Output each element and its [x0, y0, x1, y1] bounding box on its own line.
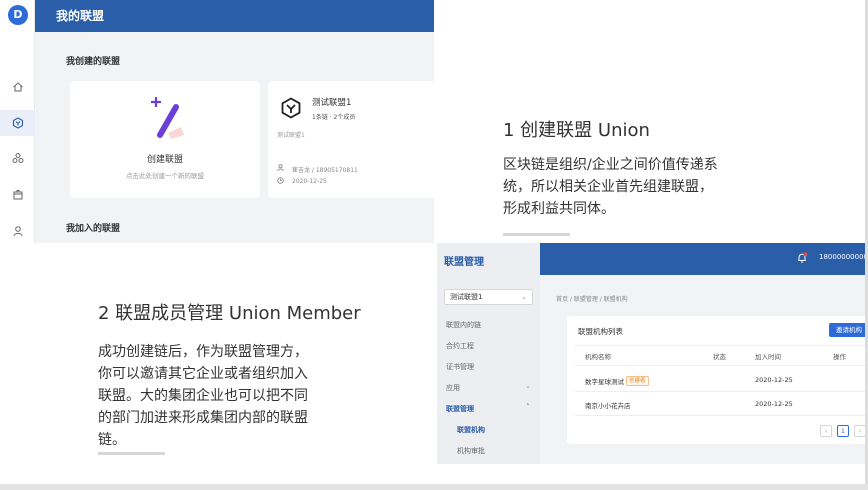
menu-certificates[interactable]: 证书管理 — [446, 362, 474, 372]
chevron-down-icon: ⌄ — [525, 382, 531, 390]
pagination-prev[interactable]: ‹ — [820, 425, 832, 437]
home-icon — [12, 82, 23, 92]
box-icon — [13, 190, 22, 200]
nav-user[interactable] — [0, 218, 35, 243]
org-name: 数字星球测试 — [585, 378, 624, 386]
section2-divider — [98, 452, 165, 455]
section2-line: 联盟。大的集团企业也可以把不同 — [98, 388, 308, 404]
org-join-date: 2020-12-25 — [755, 400, 793, 408]
union-creator: 崔吉龙 / 18905170811 — [292, 167, 358, 174]
nav-cluster[interactable] — [0, 145, 35, 171]
create-union-subtitle: 点击此处创建一个新的联盟 — [126, 172, 204, 180]
user-phone[interactable]: 18000000000 — [819, 253, 868, 261]
my-union-screenshot: D 我的联盟 我创建的联盟 创建联盟 点击此处创建一个新的联盟 测试联盟1 1条… — [0, 0, 434, 243]
create-pen-icon — [151, 97, 184, 139]
section1-line: 形成利益共同体。 — [503, 201, 615, 217]
invite-org-button[interactable]: 邀请机构 — [829, 323, 868, 337]
page-title: 我的联盟 — [56, 9, 105, 23]
section1-divider — [503, 233, 570, 236]
menu-contracts[interactable]: 合约工程 — [446, 341, 474, 351]
section1-line: 区块链是组织/企业之间价值传递系 — [503, 157, 718, 173]
union-description: 测试联盟1 — [277, 132, 305, 139]
nav-home[interactable] — [0, 74, 35, 100]
brand-title: 联盟管理 — [444, 257, 484, 268]
slide: D 我的联盟 我创建的联盟 创建联盟 点击此处创建一个新的联盟 测试联盟1 1条… — [0, 0, 868, 490]
org-join-date: 2020-12-25 — [755, 376, 793, 384]
breadcrumb: 首页 / 联盟管理 / 联盟机构 — [556, 296, 628, 303]
union-name: 测试联盟1 — [312, 98, 352, 108]
nav-box[interactable] — [0, 182, 35, 208]
divider — [575, 415, 868, 416]
union-logo-icon — [281, 97, 301, 119]
section2-line: 你可以邀请其它企业或者组织加入 — [98, 366, 308, 382]
union-card[interactable]: 测试联盟1 1条链 · 2个成员 测试联盟1 崔吉龙 / 18905170811… — [268, 81, 434, 198]
bell-icon[interactable] — [796, 252, 808, 264]
sidebar: D — [0, 0, 35, 243]
union-management-screenshot: 联盟管理 18000000000 测试联盟1 ⌄ 联盟内的链 合约工程 证书管理… — [437, 243, 868, 464]
union-select[interactable]: 测试联盟1 ⌄ — [444, 289, 533, 305]
org-list-panel: 联盟机构列表 邀请机构 机构名称 状态 加入时间 操作 数字星球测试 创建者 2… — [567, 316, 868, 444]
section2-paragraph: 成功创建链后，作为联盟管理方， 你可以邀请其它企业或者组织加入 联盟。大的集团企… — [98, 341, 308, 451]
create-union-title: 创建联盟 — [146, 155, 183, 165]
section1-line: 统，所以相关企业首先组建联盟， — [503, 179, 713, 195]
menu-union-management[interactable]: 联盟管理 — [446, 404, 474, 414]
section2-line: 的部门加进来形成集团内部的联盟 — [98, 410, 308, 426]
app-logo-icon[interactable]: D — [8, 5, 28, 25]
section-joined-heading: 我加入的联盟 — [66, 224, 121, 234]
nav-union[interactable] — [0, 110, 35, 136]
panel-title: 联盟机构列表 — [578, 327, 623, 336]
section2-line: 成功创建链后，作为联盟管理方， — [98, 344, 308, 360]
section1-paragraph: 区块链是组织/企业之间价值传递系 统，所以相关企业首先组建联盟， 形成利益共同体… — [503, 154, 718, 220]
submenu-org-approval[interactable]: 机构审批 — [457, 446, 485, 456]
section-created-heading: 我创建的联盟 — [66, 57, 121, 67]
menu-chains[interactable]: 联盟内的链 — [446, 320, 481, 330]
union-icon — [12, 117, 23, 129]
union-stats: 1条链 · 2个成员 — [312, 114, 356, 121]
submenu-union-orgs[interactable]: 联盟机构 — [457, 425, 485, 435]
cluster-icon — [12, 153, 23, 163]
column-header: 加入时间 — [755, 353, 781, 361]
pagination-page[interactable]: 1 — [837, 425, 849, 437]
org-name: 南京小小花卉店 — [585, 402, 631, 410]
chevron-up-icon: ˄ — [526, 403, 530, 411]
column-header: 状态 — [713, 353, 726, 361]
creator-badge: 创建者 — [626, 376, 649, 386]
divider — [575, 345, 868, 346]
sidebar — [437, 243, 540, 464]
divider — [575, 391, 868, 392]
column-header: 机构名称 — [585, 353, 611, 361]
clock-icon — [277, 177, 284, 184]
divider — [575, 365, 868, 366]
menu-apps[interactable]: 应用 — [446, 383, 460, 393]
union-date: 2020-12-25 — [292, 178, 327, 185]
creator-icon — [277, 164, 284, 171]
section2-title: 2 联盟成员管理 Union Member — [98, 303, 361, 324]
frame-edge — [0, 484, 868, 490]
chevron-down-icon: ⌄ — [521, 293, 527, 301]
section2-line: 链。 — [98, 432, 126, 448]
selected-union: 测试联盟1 — [450, 293, 483, 301]
section1-title: 1 创建联盟 Union — [503, 120, 650, 141]
column-header: 操作 — [833, 353, 846, 361]
create-union-card[interactable]: 创建联盟 点击此处创建一个新的联盟 — [70, 81, 260, 198]
user-icon — [13, 226, 22, 237]
